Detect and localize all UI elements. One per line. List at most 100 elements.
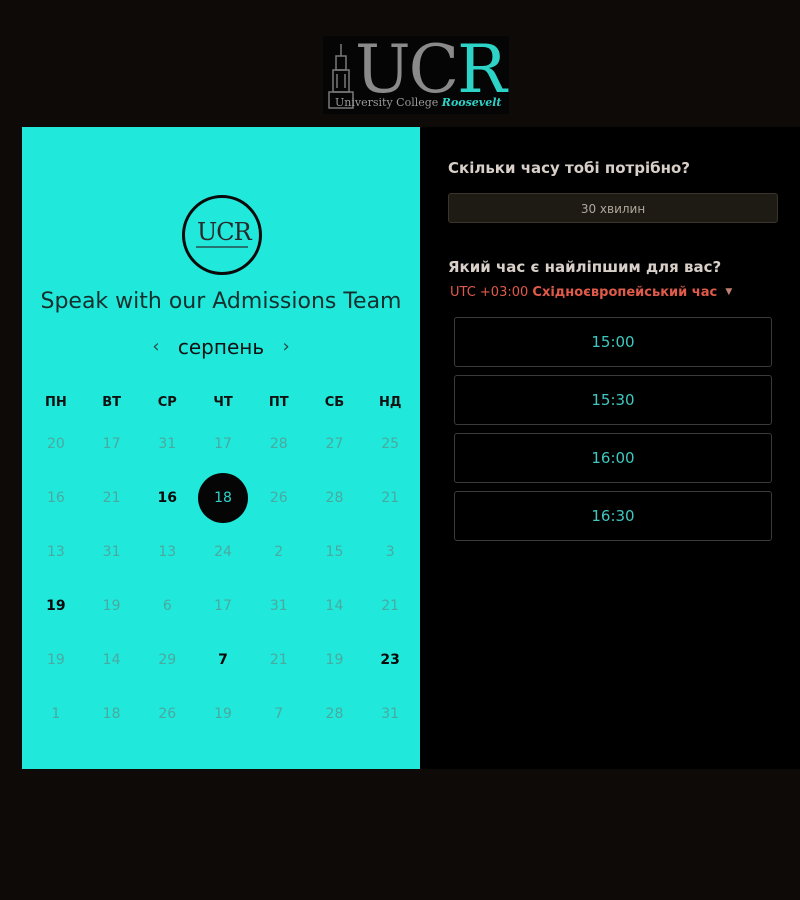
calendar-day: 13 bbox=[28, 544, 84, 560]
calendar-day: 31 bbox=[139, 436, 195, 452]
calendar-day-available[interactable]: 7 bbox=[195, 652, 251, 668]
calendar-day: 24 bbox=[195, 544, 251, 560]
calendar-day: 26 bbox=[251, 490, 307, 506]
calendar-day: 28 bbox=[251, 436, 307, 452]
day-number: 27 bbox=[325, 436, 344, 452]
logo-sub-b: Roosevelt bbox=[441, 96, 502, 109]
day-number: 31 bbox=[269, 598, 288, 614]
day-number[interactable]: 7 bbox=[218, 652, 228, 668]
day-number: 20 bbox=[46, 436, 65, 452]
calendar-day: 14 bbox=[84, 652, 140, 668]
booking-card: UCR Speak with our Admissions Team ‹ сер… bbox=[22, 127, 800, 769]
time-slot-button[interactable]: 16:30 bbox=[454, 491, 772, 541]
day-number: 21 bbox=[269, 652, 288, 668]
calendar-day: 2 bbox=[251, 544, 307, 560]
calendar-panel: UCR Speak with our Admissions Team ‹ сер… bbox=[22, 127, 420, 769]
calendar-day: 21 bbox=[84, 490, 140, 506]
day-number: 21 bbox=[102, 490, 121, 506]
day-number: 7 bbox=[274, 706, 284, 722]
caret-down-icon: ▼ bbox=[725, 287, 733, 297]
calendar-day-selected[interactable]: 18 bbox=[195, 473, 251, 523]
day-number: 26 bbox=[269, 490, 288, 506]
page-title: Speak with our Admissions Team bbox=[40, 289, 402, 314]
day-number: 13 bbox=[46, 544, 65, 560]
chevron-right-icon[interactable]: › bbox=[270, 336, 301, 357]
day-number: 31 bbox=[102, 544, 121, 560]
booking-panel: Скільки часу тобі потрібно? 30 хвилин Як… bbox=[420, 127, 800, 769]
weekday-label: ПН bbox=[44, 395, 67, 410]
calendar-day: 31 bbox=[251, 598, 307, 614]
calendar-grid: 20 17 31 17 28 27 25 16 21 16 18 26 28 2… bbox=[28, 417, 418, 741]
day-number: 14 bbox=[102, 652, 121, 668]
calendar-day: 17 bbox=[195, 436, 251, 452]
chevron-left-icon[interactable]: ‹ bbox=[140, 336, 171, 357]
time-slot-button[interactable]: 15:00 bbox=[454, 317, 772, 367]
weekday-label: СР bbox=[157, 395, 177, 410]
day-number: 13 bbox=[158, 544, 177, 560]
calendar-week: 1 18 26 19 7 28 31 bbox=[28, 687, 418, 741]
time-slot-button[interactable]: 16:00 bbox=[454, 433, 772, 483]
timezone-selector[interactable]: UTC +03:00 Східноєвропейський час ▼ bbox=[450, 285, 732, 300]
day-number[interactable]: 18 bbox=[198, 473, 249, 523]
calendar-week: 16 21 16 18 26 28 21 bbox=[28, 471, 418, 525]
day-number: 1 bbox=[51, 706, 61, 722]
weekday-label: СБ bbox=[324, 395, 345, 410]
logo-subtitle: University College Roosevelt bbox=[335, 96, 501, 109]
day-number[interactable]: 23 bbox=[380, 652, 399, 668]
calendar-day: 28 bbox=[307, 706, 363, 722]
calendar-day: 19 bbox=[195, 706, 251, 722]
calendar-day: 6 bbox=[139, 598, 195, 614]
calendar-day: 31 bbox=[362, 706, 418, 722]
calendar-day: 31 bbox=[84, 544, 140, 560]
calendar-day: 21 bbox=[362, 490, 418, 506]
day-number: 28 bbox=[325, 490, 344, 506]
circle-logo: UCR bbox=[182, 195, 262, 275]
day-number: 28 bbox=[325, 706, 344, 722]
calendar-day-available[interactable]: 16 bbox=[139, 490, 195, 506]
weekday-label: ВТ bbox=[102, 395, 121, 410]
day-number: 2 bbox=[274, 544, 284, 560]
weekday-label: ПТ bbox=[268, 395, 289, 410]
day-number: 31 bbox=[158, 436, 177, 452]
month-navigation: ‹ серпень › bbox=[22, 335, 420, 359]
calendar-day: 26 bbox=[139, 706, 195, 722]
calendar-day-available[interactable]: 23 bbox=[362, 652, 418, 668]
calendar-day: 3 bbox=[362, 544, 418, 560]
logo-sub-a: University College bbox=[335, 96, 439, 109]
calendar-day: 28 bbox=[307, 490, 363, 506]
day-number: 15 bbox=[325, 544, 344, 560]
day-number: 19 bbox=[214, 706, 232, 722]
calendar-week: 19 19 6 17 31 14 21 bbox=[28, 579, 418, 633]
day-number: 26 bbox=[158, 706, 177, 722]
calendar-day: 27 bbox=[307, 436, 363, 452]
page: UCR University College Roosevelt UCR Spe… bbox=[0, 0, 800, 900]
day-number: 21 bbox=[381, 490, 400, 506]
calendar-day: 20 bbox=[28, 436, 84, 452]
month-label: серпень bbox=[177, 335, 265, 359]
day-number: 14 bbox=[325, 598, 344, 614]
calendar-day: 17 bbox=[84, 436, 140, 452]
timezone-offset: UTC +03:00 bbox=[450, 285, 529, 300]
day-number: 21 bbox=[381, 598, 400, 614]
calendar-day: 21 bbox=[362, 598, 418, 614]
day-number: 3 bbox=[385, 544, 395, 560]
day-number: 19 bbox=[46, 652, 65, 668]
day-number[interactable]: 19 bbox=[46, 598, 65, 614]
day-number: 31 bbox=[381, 706, 400, 722]
calendar-day: 29 bbox=[139, 652, 195, 668]
calendar-day: 13 bbox=[139, 544, 195, 560]
day-number: 29 bbox=[158, 652, 177, 668]
day-number: 17 bbox=[102, 436, 121, 452]
time-slot-button[interactable]: 15:30 bbox=[454, 375, 772, 425]
day-number: 25 bbox=[381, 436, 400, 452]
day-number: 17 bbox=[214, 436, 232, 452]
day-number: 24 bbox=[214, 544, 232, 560]
day-number[interactable]: 16 bbox=[158, 490, 177, 506]
duration-question: Скільки часу тобі потрібно? bbox=[448, 159, 690, 177]
circle-logo-text: UCR bbox=[197, 218, 252, 246]
day-number: 16 bbox=[46, 490, 65, 506]
day-number: 17 bbox=[214, 598, 232, 614]
calendar-day-available[interactable]: 19 bbox=[28, 598, 84, 614]
calendar-day: 18 bbox=[84, 706, 140, 722]
duration-select[interactable]: 30 хвилин bbox=[448, 193, 778, 223]
